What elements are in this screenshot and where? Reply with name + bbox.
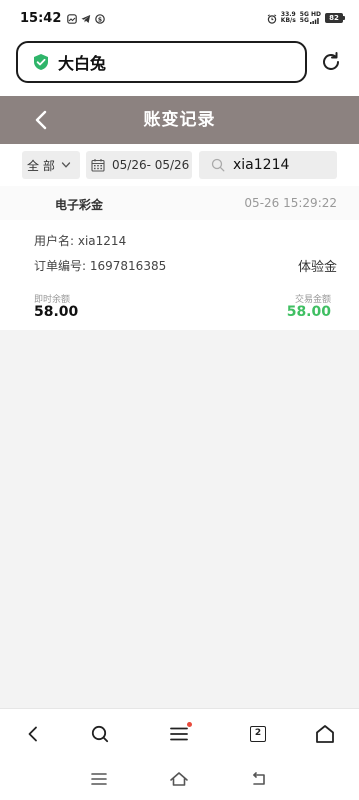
tab-count: 2 [250,726,266,742]
home-icon [316,725,334,743]
record-card-header: 电子彩金 05-26 15:29:22 [0,186,359,220]
chevron-left-icon [28,726,37,742]
status-bar: 15:42 $ 33.9 KB/s 5G HD 5G 82 [0,0,359,36]
search-box[interactable] [199,151,337,179]
record-card[interactable]: 电子彩金 05-26 15:29:22 用户名: xia1214 订单编号: 1… [0,186,359,330]
username-label: 用户名: [34,234,75,248]
browser-tabs-button[interactable]: 2 [245,721,271,747]
browser-back-button[interactable] [20,721,46,747]
network-speed-unit: KB/s [280,17,296,24]
calendar-icon [91,159,105,172]
reload-icon[interactable] [319,50,343,74]
secure-shield-icon [32,53,50,71]
network-type-secondary: 5G [299,17,309,24]
svg-text:$: $ [98,16,102,23]
search-icon [91,725,109,743]
address-text: 大白兔 [58,54,107,73]
network-speed: 33.9 KB/s [281,12,296,24]
system-home-button[interactable] [168,768,190,790]
vpn-shield-icon: $ [95,9,106,28]
type-filter-value: 全 部 [27,158,55,173]
status-time: 15:42 [20,10,62,26]
menu-icon [91,773,107,785]
telegram-icon [81,9,91,28]
browser-menu-button[interactable] [166,721,192,747]
search-input[interactable] [233,157,333,173]
chevron-down-icon [61,162,70,168]
search-icon [211,158,225,172]
address-bar[interactable]: 大白兔 [16,41,307,83]
home-icon [170,772,188,786]
order-value: 1697816385 [89,259,167,273]
browser-home-button[interactable] [312,721,338,747]
record-username-row: 用户名: xia1214 [34,232,126,249]
type-filter-dropdown[interactable]: 全 部 [22,151,80,179]
system-navigation-bar [0,758,359,800]
browser-search-button[interactable] [87,721,113,747]
page-header: 账变记录 [0,96,359,144]
record-type: 电子彩金 [55,198,104,212]
username-value: xia1214 [77,234,127,248]
amount-value: 58.00 [286,304,331,320]
status-right-icons: 33.9 KB/s 5G HD 5G 82 [267,9,345,28]
system-menu-button[interactable] [88,768,110,790]
alarm-icon [267,9,277,28]
balance-value: 58.00 [34,304,79,320]
order-label: 订单编号: [34,259,87,273]
filter-bar: 全 部 05/26- 05/26 [0,144,359,186]
browser-address-area: 大白兔 [0,36,359,96]
status-notification-icons: $ [67,9,106,28]
battery-indicator: 82 [325,13,345,23]
gallery-icon [67,9,78,28]
page-title: 账变记录 [143,110,216,130]
browser-toolbar: 2 [0,708,359,758]
signal-icon [309,18,319,24]
record-tag: 体验金 [297,260,337,275]
record-order-row: 订单编号: 1697816385 [34,257,166,274]
date-range-value: 05/26- 05/26 [112,158,190,172]
notification-dot [187,722,192,727]
record-time: 05-26 15:29:22 [244,196,337,210]
network-type: 5G HD 5G [300,12,321,24]
menu-icon [170,727,188,741]
date-range-picker[interactable]: 05/26- 05/26 [86,151,192,179]
back-arrow-icon [253,772,265,785]
system-back-button[interactable] [248,768,270,790]
